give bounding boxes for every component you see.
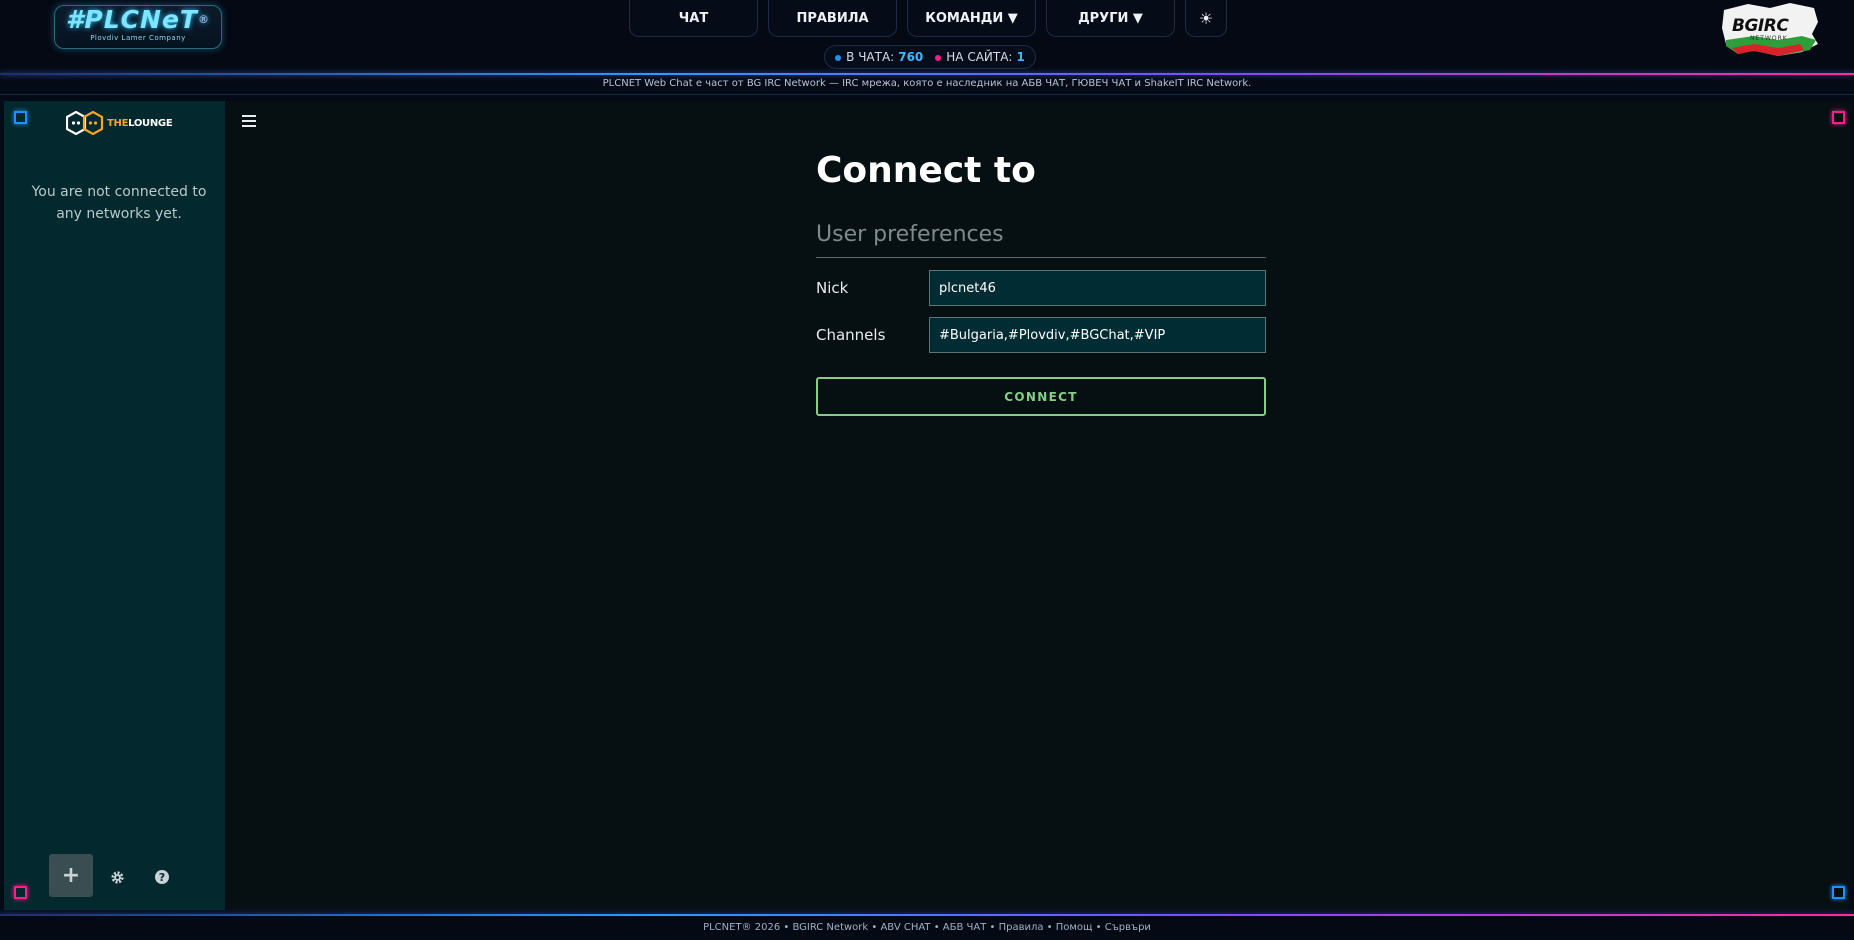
bgirc-logo-text: BGIRC (1732, 16, 1789, 36)
page-title: Connect to (816, 150, 1036, 191)
site-tagline: PLCNET Web Chat е част от BG IRC Network… (0, 76, 1854, 95)
plus-icon: + (61, 863, 81, 888)
sidebar: THELOUNGE You are not connected to any n… (4, 101, 225, 910)
channels-row: Channels (816, 317, 1266, 353)
thelounge-logo[interactable]: THELOUNGE (66, 111, 173, 135)
help-button[interactable]: ? (140, 855, 184, 899)
gear-icon (110, 870, 124, 884)
channels-input[interactable] (929, 317, 1266, 353)
nick-row: Nick (816, 270, 1266, 306)
connect-form: Connect to User preferences Nick Channel… (816, 149, 1266, 416)
logo-lounge: LOUNGE (128, 117, 173, 129)
nav-commands-dropdown[interactable]: КОМАНДИ ▼ (907, 0, 1036, 37)
corner-decoration-top-right (1832, 111, 1845, 124)
top-nav: ЧАТ ПРАВИЛА КОМАНДИ ▼ ДРУГИ ▼ ☀ (629, 0, 1227, 38)
bgirc-logo-sub: NETWORK (1750, 35, 1788, 42)
site-status-dot (935, 54, 942, 61)
nav-rules-button[interactable]: ПРАВИЛА (768, 0, 897, 37)
nav-chat-button[interactable]: ЧАТ (629, 0, 758, 37)
theme-toggle-icon[interactable]: ☀ (1185, 0, 1227, 37)
add-network-button[interactable]: + (49, 854, 93, 897)
section-heading: User preferences (816, 221, 1266, 258)
no-networks-message: You are not connected to any networks ye… (31, 184, 207, 222)
logo-reg: ® (197, 13, 210, 26)
settings-button[interactable] (95, 855, 139, 899)
logo-text: #PLCNeT (66, 5, 198, 34)
chat-count-label: В ЧАТА: (846, 50, 895, 64)
chat-count: 760 (898, 50, 924, 64)
help-icon: ? (155, 870, 169, 884)
site-header: #PLCNeT® Plovdiv Lamer Company ЧАТ ПРАВИ… (0, 0, 1854, 72)
site-count: 1 (1016, 50, 1025, 64)
nick-label: Nick (816, 279, 849, 297)
bgirc-logo[interactable]: BGIRC NETWORK (1718, 0, 1822, 60)
connect-button[interactable]: CONNECT (816, 377, 1266, 416)
nick-input[interactable] (929, 270, 1266, 306)
logo-the: THE (107, 117, 129, 129)
corner-decoration-bottom-right (1832, 886, 1845, 899)
thelounge-app: THELOUNGE You are not connected to any n… (4, 101, 1850, 910)
site-footer: PLCNET® 2026 • BGIRC Network • ABV CHAT … (0, 916, 1854, 934)
menu-toggle-icon[interactable] (242, 115, 256, 130)
chat-status-dot (835, 54, 842, 61)
channels-label: Channels (816, 326, 886, 344)
online-stats: В ЧАТА: 760 НА САЙТА: 1 (824, 45, 1036, 69)
thelounge-logo-icon (66, 111, 104, 135)
site-count-label: НА САЙТА: (946, 50, 1013, 64)
nav-other-dropdown[interactable]: ДРУГИ ▼ (1046, 0, 1175, 37)
main-content: Connect to User preferences Nick Channel… (225, 101, 1850, 910)
plcnet-logo[interactable]: #PLCNeT® Plovdiv Lamer Company (54, 5, 222, 49)
header-neon-divider (0, 73, 1854, 75)
logo-subtitle: Plovdiv Lamer Company (90, 34, 186, 42)
sidebar-footer: + ? (4, 854, 225, 910)
corner-decoration-top-left (14, 111, 27, 124)
corner-decoration-bottom-left (14, 886, 27, 899)
